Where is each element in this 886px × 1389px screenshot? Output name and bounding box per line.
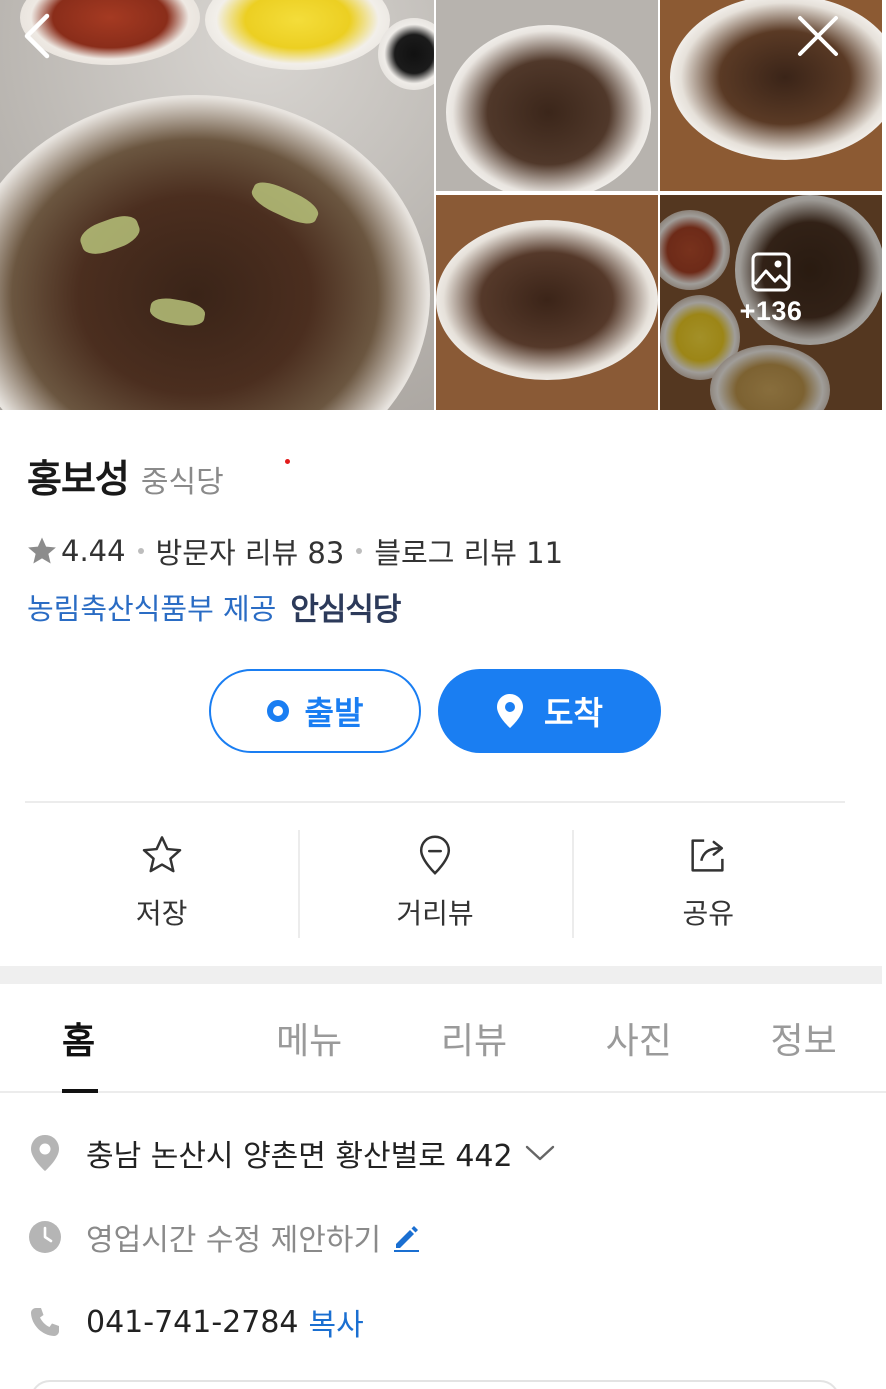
save-label: 저장 <box>135 897 188 930</box>
share-label: 공유 <box>682 897 735 930</box>
place-title-row: 홍보성 중식당 <box>27 448 224 503</box>
map-pin-outline-icon <box>419 835 451 875</box>
depart-label: 출발 <box>304 694 364 732</box>
location-icon <box>28 1133 62 1173</box>
photo-gallery: +136 <box>0 0 886 410</box>
chevron-down-icon[interactable] <box>525 1144 555 1162</box>
tab-reviews[interactable]: 리뷰 <box>392 985 557 1091</box>
phone-icon <box>28 1302 62 1342</box>
separator-dot <box>137 548 144 554</box>
safe-restaurant-logo: 안심식당 <box>290 592 401 627</box>
section-separator <box>0 966 882 984</box>
separator-dot <box>356 548 363 554</box>
address-text: 충남 논산시 양촌면 황산벌로 442 <box>86 1139 513 1174</box>
phone-row: 041-741-2784 복사 <box>28 1300 364 1344</box>
provider-link[interactable]: 농림축산식품부 제공 <box>27 586 276 628</box>
share-button[interactable]: 공유 <box>571 830 845 938</box>
address-row[interactable]: 충남 논산시 양촌면 황산벌로 442 <box>28 1131 555 1175</box>
clock-icon <box>28 1217 62 1257</box>
gallery-photo-1[interactable] <box>436 0 658 191</box>
place-name: 홍보성 <box>27 457 130 501</box>
depart-button[interactable]: 출발 <box>209 669 421 753</box>
more-photos-overlay[interactable]: +136 <box>660 250 882 327</box>
main-photo[interactable] <box>0 0 434 410</box>
place-category: 중식당 <box>140 465 224 500</box>
gallery-photo-2[interactable] <box>660 0 882 191</box>
rating-row: 4.44 방문자 리뷰 83 블로그 리뷰 11 <box>25 530 563 572</box>
star-outline-icon <box>142 836 181 873</box>
tab-bar: 홈 메뉴 리뷰 사진 정보 <box>0 985 886 1093</box>
copy-phone-button[interactable]: 복사 <box>309 1300 364 1344</box>
close-icon <box>798 16 838 56</box>
back-button[interactable] <box>12 10 64 62</box>
more-photos-count: +136 <box>739 296 803 326</box>
action-row: 저장 거리뷰 공유 <box>25 830 845 938</box>
share-icon <box>691 839 724 872</box>
chevron-left-icon <box>24 13 50 59</box>
save-button[interactable]: 저장 <box>25 830 298 938</box>
location-pin-icon <box>497 694 524 728</box>
rating-score: 4.44 <box>61 534 126 568</box>
street-view-button[interactable]: 거리뷰 <box>298 830 571 938</box>
visitor-reviews-link[interactable]: 방문자 리뷰 83 <box>156 530 345 572</box>
edit-pencil-icon[interactable] <box>391 1222 421 1252</box>
image-icon <box>751 252 791 292</box>
arrive-label: 도착 <box>544 694 603 732</box>
hours-suggest-text: 영업시간 수정 제안하기 <box>86 1223 382 1258</box>
next-section-card <box>30 1380 840 1389</box>
street-view-label: 거리뷰 <box>396 897 474 930</box>
hours-row[interactable]: 영업시간 수정 제안하기 <box>28 1215 421 1259</box>
provider-row: 농림축산식품부 제공 안심식당 <box>27 584 401 629</box>
gallery-photo-3[interactable] <box>436 195 658 410</box>
origin-dot-icon <box>266 700 289 722</box>
arrive-button[interactable]: 도착 <box>438 669 661 753</box>
tab-info[interactable]: 정보 <box>721 985 886 1091</box>
phone-number[interactable]: 041-741-2784 <box>86 1305 299 1340</box>
tab-menu[interactable]: 메뉴 <box>227 985 392 1091</box>
tab-photos[interactable]: 사진 <box>556 985 721 1091</box>
close-button[interactable] <box>792 10 844 62</box>
tab-home[interactable]: 홈 <box>0 985 227 1093</box>
star-icon <box>28 537 56 564</box>
blog-reviews-link[interactable]: 블로그 리뷰 11 <box>374 530 563 572</box>
divider <box>25 801 845 803</box>
new-indicator-dot <box>285 459 290 464</box>
